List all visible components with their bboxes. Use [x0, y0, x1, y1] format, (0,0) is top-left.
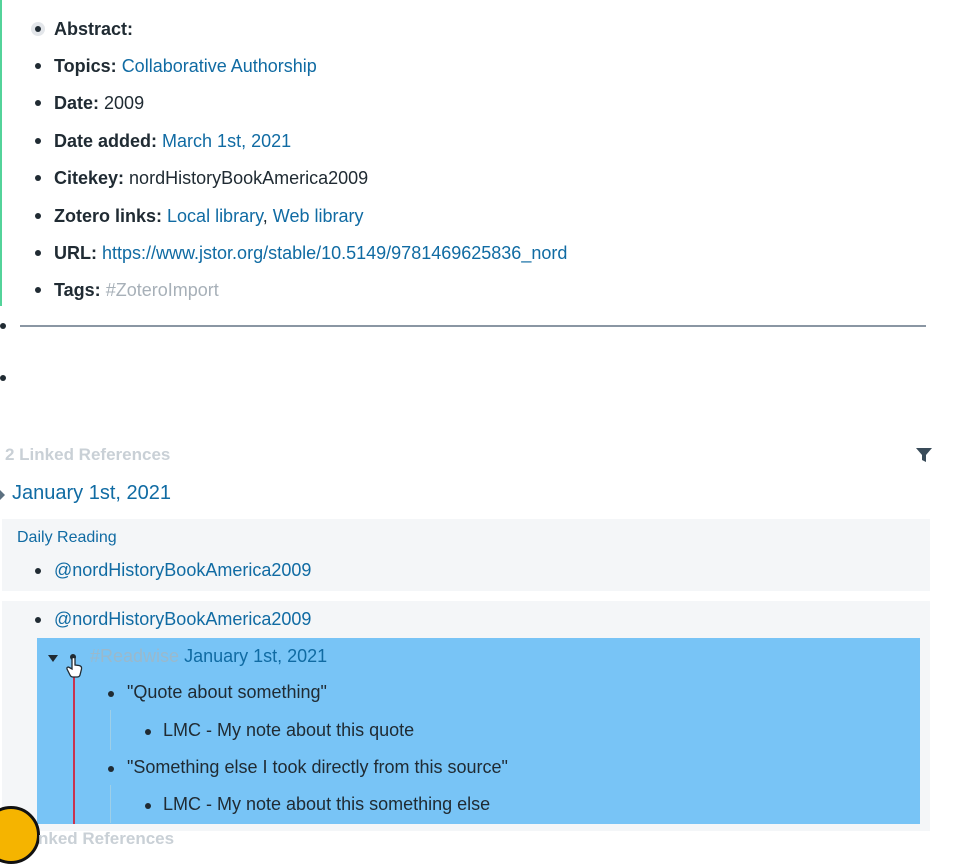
- separator-comma: ,: [262, 206, 268, 226]
- block-bullet[interactable]: [145, 729, 151, 735]
- prop-key: Date added:: [54, 131, 158, 151]
- block-bullet[interactable]: [35, 287, 41, 293]
- prop-key: Date:: [54, 93, 100, 113]
- reference-group-title[interactable]: January 1st, 2021: [12, 482, 171, 505]
- block-bullet[interactable]: [35, 568, 41, 574]
- web-library-link[interactable]: Web library: [273, 206, 364, 226]
- block-bullet[interactable]: [0, 375, 6, 381]
- block-bullet[interactable]: [35, 250, 41, 256]
- url-link[interactable]: https://www.jstor.org/stable/10.5149/978…: [102, 243, 567, 263]
- date-link[interactable]: January 1st, 2021: [184, 646, 327, 666]
- prop-key: Tags:: [54, 280, 101, 300]
- hand-pointer-icon: [66, 656, 83, 678]
- prop-tags[interactable]: Tags: #ZoteroImport: [54, 279, 219, 301]
- unlinked-references-header[interactable]: nked References: [38, 829, 174, 849]
- local-library-link[interactable]: Local library: [167, 206, 263, 226]
- caret-down-icon[interactable]: [48, 655, 58, 662]
- block-bullet[interactable]: [35, 213, 41, 219]
- prop-citekey[interactable]: Citekey: nordHistoryBookAmerica2009: [54, 167, 368, 189]
- readwise-tag[interactable]: #Readwise: [90, 646, 179, 666]
- prop-key: Zotero links:: [54, 206, 163, 226]
- linked-references-header[interactable]: 2 Linked References: [5, 445, 170, 465]
- block-bullet[interactable]: [108, 691, 114, 697]
- prop-key: Citekey:: [54, 168, 125, 188]
- note-block[interactable]: LMC - My note about this quote: [163, 720, 414, 741]
- prop-key: URL:: [54, 243, 97, 263]
- prop-url[interactable]: URL: https://www.jstor.org/stable/10.514…: [54, 242, 567, 264]
- child-indent-line: [110, 785, 111, 823]
- prop-topics[interactable]: Topics: Collaborative Authorship: [54, 55, 317, 77]
- block-bullet[interactable]: [35, 617, 41, 623]
- horizontal-rule: [20, 325, 926, 327]
- block-bullet[interactable]: [35, 100, 41, 106]
- prop-abstract[interactable]: Abstract:: [54, 18, 133, 40]
- caret-right-icon[interactable]: [0, 490, 5, 500]
- block-accent-bar: [0, 0, 2, 306]
- page-link[interactable]: March 1st, 2021: [162, 131, 291, 151]
- prop-date[interactable]: Date: 2009: [54, 92, 144, 114]
- block-bullet[interactable]: [0, 323, 6, 329]
- citekey-link[interactable]: @nordHistoryBookAmerica2009: [54, 560, 311, 581]
- quote-block[interactable]: "Something else I took directly from thi…: [127, 757, 508, 778]
- child-indent-line: [110, 710, 111, 750]
- quote-block[interactable]: "Quote about something": [127, 682, 327, 703]
- prop-key: Abstract:: [54, 19, 134, 39]
- page-link[interactable]: Collaborative Authorship: [122, 56, 317, 76]
- filter-icon[interactable]: [915, 446, 933, 464]
- prop-date-added[interactable]: Date added: March 1st, 2021: [54, 130, 291, 152]
- block-bullet[interactable]: [108, 766, 114, 772]
- prop-value: 2009: [104, 93, 145, 113]
- prop-key: Topics:: [54, 56, 117, 76]
- tag-link[interactable]: #ZoteroImport: [106, 280, 219, 300]
- block-bullet[interactable]: [35, 63, 41, 69]
- prop-value: nordHistoryBookAmerica2009: [129, 168, 369, 188]
- note-block[interactable]: LMC - My note about this something else: [163, 794, 490, 815]
- block-bullet[interactable]: [35, 138, 41, 144]
- block-bullet[interactable]: [145, 803, 151, 809]
- readwise-block[interactable]: #Readwise January 1st, 2021: [90, 646, 327, 667]
- breadcrumb[interactable]: Daily Reading: [17, 529, 117, 547]
- block-bullet[interactable]: [35, 175, 41, 181]
- citekey-link[interactable]: @nordHistoryBookAmerica2009: [54, 609, 311, 630]
- block-bullet[interactable]: [31, 22, 45, 36]
- child-indent-line: [73, 676, 75, 824]
- prop-zotero-links[interactable]: Zotero links: Local library, Web library: [54, 205, 363, 227]
